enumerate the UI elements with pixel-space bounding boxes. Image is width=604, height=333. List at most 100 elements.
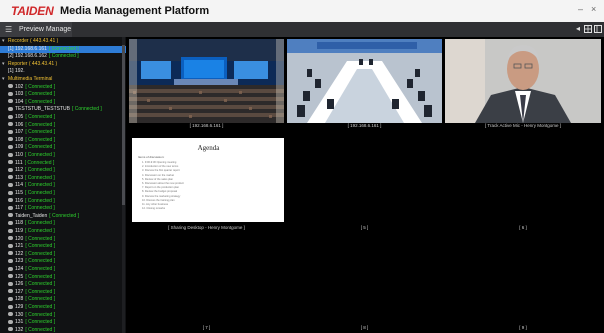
cell-label: [ 6 ] — [519, 225, 527, 230]
tree-node[interactable]: 107[ Connected ] — [0, 129, 126, 137]
tree-node-name: Reporter ( 443.43.41 ) — [8, 60, 58, 67]
user-icon — [8, 152, 13, 157]
minimize-button[interactable]: – — [578, 4, 583, 14]
status-badge: [ Connected ] — [24, 159, 55, 166]
preview-cell-7[interactable]: [ 7 ] — [129, 235, 284, 332]
preview-cell-9[interactable]: [ 9 ] — [445, 235, 601, 332]
user-icon — [8, 114, 13, 119]
tree-node[interactable]: 128[ Connected ] — [0, 296, 126, 304]
status-badge: [ Connected ] — [25, 98, 56, 105]
tree-node[interactable]: 121[ Connected ] — [0, 243, 126, 251]
tree-node-name: 127 — [15, 288, 24, 295]
close-button[interactable]: × — [591, 4, 596, 14]
tree-node-name: 121 — [15, 243, 24, 250]
tree-node[interactable]: 109[ Connected ] — [0, 144, 126, 152]
doc-line: 3. Discuss the first quarter report — [142, 169, 180, 173]
preview-cell-5[interactable]: [ 5 ] — [287, 135, 442, 232]
preview-cell-3[interactable]: [ Track Active Mic - Henry Montgome ] — [445, 39, 601, 130]
tree-node[interactable]: 104[ Connected ] — [0, 99, 126, 107]
tree-node[interactable]: 110[ Connected ] — [0, 152, 126, 160]
tree-node[interactable]: 119[ Connected ] — [0, 228, 126, 236]
preview-cell-2[interactable]: [ 192.168.6.161 ] — [287, 39, 442, 130]
status-badge: [ Connected ] — [25, 281, 56, 288]
tree-node-name: 122 — [15, 250, 24, 257]
tree-node[interactable]: 113[ Connected ] — [0, 175, 126, 183]
tree-node[interactable]: Taiden_Taiden[ Connected ] — [0, 213, 126, 221]
status-badge: [ Connected ] — [25, 288, 56, 295]
tree-node[interactable]: 130[ Connected ] — [0, 312, 126, 320]
doc-line: 5. Review of the sales plan — [142, 177, 173, 181]
tree-node[interactable]: [1] 192.168.6.161[ Connected ] — [0, 45, 126, 54]
tree-node-name: [2] 192.168.6.162 — [8, 53, 47, 60]
device-tree: ▾ Recorder ( 443.43.41 ) [1] 192.168.6.161… — [0, 37, 126, 333]
preview-cell-8[interactable]: [ 8 ] — [287, 235, 442, 332]
tree-node-name: 128 — [15, 296, 24, 303]
scroll-thumb[interactable] — [122, 45, 125, 205]
user-icon — [8, 107, 13, 112]
tree-node-name: 124 — [15, 266, 24, 272]
tree-node[interactable]: 106[ Connected ] — [0, 122, 126, 130]
tree-node[interactable]: 125[ Connected ] — [0, 274, 126, 282]
user-icon — [8, 289, 13, 294]
tree-node[interactable]: 105[ Connected ] — [0, 114, 126, 122]
cell-label: [ 7 ] — [202, 325, 211, 330]
tree-node[interactable]: [1] 192. — [0, 68, 126, 76]
preview-cell-6[interactable]: [ 6 ] — [445, 135, 601, 232]
tree-node-name: [1] 192. — [8, 68, 25, 75]
doc-title: Agenda — [197, 144, 220, 152]
status-badge: [ Connected ] — [24, 174, 55, 181]
tree-node[interactable]: 120[ Connected ] — [0, 236, 126, 244]
preview-cell-1[interactable]: [ 192.168.6.161 ] — [129, 39, 284, 130]
tree-node-name: 111 — [15, 159, 23, 166]
tree-node[interactable]: 116[ Connected ] — [0, 198, 126, 206]
tree-node[interactable]: 111[ Connected ] — [0, 160, 126, 168]
status-badge: [ Connected ] — [25, 114, 56, 120]
tree-node[interactable]: 103[ Connected ] — [0, 91, 126, 99]
tree-node[interactable]: 127[ Connected ] — [0, 289, 126, 297]
back-icon[interactable]: ◂ — [574, 25, 582, 33]
tree-node[interactable]: 118[ Connected ] — [0, 220, 126, 228]
tree-node[interactable]: 115[ Connected ] — [0, 190, 126, 198]
status-badge: [ Connected ] — [49, 212, 79, 219]
tree-node-name: 123 — [15, 258, 24, 265]
status-badge: [ Connected ] — [24, 228, 55, 234]
user-icon — [8, 183, 13, 188]
doc-line: 9. Discuss the marketing strategy — [142, 194, 181, 198]
layout-icon[interactable] — [594, 25, 602, 33]
tree-node[interactable]: [2] 192.168.6.162[ Connected ] — [0, 53, 126, 61]
user-icon — [8, 213, 13, 218]
tree-node[interactable]: 117[ Connected ] — [0, 205, 126, 213]
tree-node[interactable]: 132[ Connected ] — [0, 327, 126, 333]
status-badge: [ Connected ] — [24, 190, 55, 196]
user-icon — [8, 221, 13, 226]
user-icon — [8, 137, 13, 142]
tree-node[interactable]: 129[ Connected ] — [0, 304, 126, 312]
tree-node[interactable]: 131[ Connected ] — [0, 319, 126, 327]
tree-node[interactable]: 112[ Connected ] — [0, 167, 126, 175]
tree-node[interactable]: 114[ Connected ] — [0, 182, 126, 190]
tree-group[interactable]: ▾ Multimedia Terminal — [0, 76, 122, 84]
tree-node[interactable]: TESTSTUB_TESTSTUB[ Connected ] — [0, 106, 126, 114]
tree-node-name: 106 — [15, 121, 24, 128]
tree-node[interactable]: 122[ Connected ] — [0, 251, 126, 259]
cell-label: [ 192.168.6.161 ] — [347, 123, 382, 128]
tree-group[interactable]: ▾ Reporter ( 443.43.41 ) — [0, 61, 122, 69]
tree-node[interactable]: 108[ Connected ] — [0, 137, 126, 145]
tree-node-name: TESTSTUB_TESTSTUB — [15, 106, 71, 113]
tree-node[interactable]: 124[ Connected ] — [0, 266, 126, 274]
tree-group[interactable]: ▾ Recorder ( 443.43.41 ) — [0, 38, 122, 46]
status-badge: [ Connected ] — [25, 296, 56, 303]
preview-cell-4[interactable]: Agenda Items of discussion: 1. 9:00-9:30… — [129, 135, 284, 232]
status-badge: [ Connected ] — [25, 243, 56, 250]
media-management-window: TAIDEN Media Management Platform – × ☰ P… — [0, 0, 604, 333]
tab-preview-manage[interactable]: ☰ Preview Manage — [0, 22, 72, 37]
tree-node[interactable]: 102[ Connected ] — [0, 84, 126, 92]
status-badge: [ Connected ] — [25, 319, 56, 326]
shared-document: Agenda Items of discussion: 1. 9:00-9:30… — [132, 138, 284, 222]
tree-node[interactable]: 123[ Connected ] — [0, 258, 126, 266]
sidebar-scrollbar[interactable] — [122, 37, 125, 333]
user-icon — [8, 281, 13, 286]
tree-node[interactable]: 126[ Connected ] — [0, 281, 126, 289]
grid-view-icon[interactable] — [584, 25, 592, 33]
status-badge: [ Connected ] — [24, 197, 55, 204]
